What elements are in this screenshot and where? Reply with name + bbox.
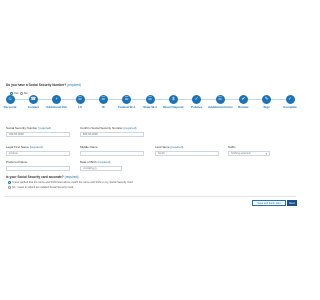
suffix-select[interactable]: Nothing selected ▾ xyxy=(228,151,270,156)
progress-step-label: Policies xyxy=(190,105,203,109)
bank-icon: $ xyxy=(168,95,178,104)
document-icon: ☰ xyxy=(145,95,155,104)
progress-step[interactable]: ☰ I9 xyxy=(91,93,115,109)
radio-accuracy-yes[interactable] xyxy=(8,181,11,184)
onboarding-form: Do you have a Social Security Number? (r… xyxy=(0,0,300,300)
progress-step[interactable]: ☰ Federal W-4 xyxy=(115,93,139,109)
dob-label-text: Date of Birth xyxy=(80,160,97,164)
middle-name-input[interactable] xyxy=(80,151,144,156)
suffix-label: Suffix xyxy=(228,145,236,149)
forms-icon: ☰ xyxy=(215,95,225,104)
required-marker: (required) xyxy=(64,175,79,179)
required-marker: (required) xyxy=(67,83,81,87)
progress-step[interactable]: ☺ Personal xyxy=(0,93,22,109)
progress-steps: ☺ Personal ☎ Contact + Additional Info ☰ I-9 ☰ I9… xyxy=(0,93,300,113)
progress-step-label: State W-4 xyxy=(143,105,157,109)
document-icon: ☰ xyxy=(98,95,108,104)
progress-step-label: I9 xyxy=(102,105,105,109)
ssn-question: Do you have a Social Security Number? (r… xyxy=(6,83,81,87)
save-and-finish-later-button[interactable]: Save and finish later xyxy=(252,200,286,206)
preferred-name-label: Preferred Name xyxy=(6,160,28,164)
last-name-input[interactable]: Smith xyxy=(155,151,219,156)
confirm-ssn-field-label: Confirm Social Security Number (required… xyxy=(80,126,137,130)
document-icon: ☰ xyxy=(122,95,132,104)
required-marker: (required) xyxy=(123,126,137,130)
dob-label: Date of Birth (required) xyxy=(80,160,111,164)
accuracy-option-yes[interactable]: I have verified that the name and SSN li… xyxy=(8,181,134,184)
progress-step-label: Contact xyxy=(27,105,39,109)
progress-step[interactable]: $ Direct Deposit xyxy=(161,93,185,109)
suffix-selected-value: Nothing selected xyxy=(231,152,251,155)
progress-step[interactable]: ☰ State W-4 xyxy=(138,93,162,109)
check-icon: ✓ xyxy=(285,95,295,104)
next-button[interactable]: Next xyxy=(287,200,297,206)
progress-step-label: Complete xyxy=(283,105,297,109)
progress-step[interactable]: ☰ I-9 xyxy=(68,93,92,109)
policy-icon: ✓ xyxy=(192,95,202,104)
last-name-label-text: Last Name xyxy=(155,145,170,149)
progress-step[interactable]: ✓ Policies xyxy=(185,93,209,109)
progress-step[interactable]: ✓ Complete xyxy=(278,93,302,109)
person-icon: ☺ xyxy=(5,95,15,104)
ssn-question-label: Do you have a Social Security Number? xyxy=(6,83,67,87)
accuracy-option-no-text: No, I need to submit an updated Social S… xyxy=(12,186,74,189)
progress-step-label: Federal W-4 xyxy=(118,105,136,109)
confirm-ssn-label-text: Confirm Social Security Number xyxy=(80,126,123,130)
required-marker: (required) xyxy=(29,145,43,149)
required-marker: (required) xyxy=(170,145,184,149)
first-name-input[interactable]: Andrew xyxy=(6,151,70,156)
ssn-field-label: Social Security Number (required) xyxy=(6,126,51,130)
preferred-name-input[interactable] xyxy=(6,166,70,171)
progress-step[interactable]: ☰ Additional Forms xyxy=(208,93,233,109)
chevron-down-icon: ▾ xyxy=(265,152,267,156)
progress-step-label: Sign xyxy=(263,105,270,109)
accuracy-option-no[interactable]: No, I need to submit an updated Social S… xyxy=(8,186,74,189)
progress-step[interactable]: ✔ Review xyxy=(231,93,255,109)
dob-input[interactable]: mm/dd/yyyy xyxy=(80,166,122,171)
first-name-label: Legal First Name (required) xyxy=(6,145,43,149)
radio-accuracy-no[interactable] xyxy=(8,186,11,189)
last-name-label: Last Name (required) xyxy=(155,145,183,149)
progress-step-label: I-9 xyxy=(78,105,82,109)
sign-icon: ✎ xyxy=(262,95,272,104)
first-name-label-text: Legal First Name xyxy=(6,145,29,149)
confirm-ssn-input[interactable]: ###-##-#### xyxy=(80,132,144,137)
required-marker: (required) xyxy=(38,126,52,130)
progress-step[interactable]: + Additional Info xyxy=(45,93,69,109)
progress-step-label: Personal xyxy=(3,105,17,109)
plus-icon: + xyxy=(52,95,62,104)
required-marker: (required) xyxy=(97,160,111,164)
accuracy-option-yes-text: I have verified that the name and SSN li… xyxy=(12,181,134,184)
progress-step-label: Direct Deposit xyxy=(163,105,184,109)
phone-icon: ☎ xyxy=(28,95,38,104)
progress-step-label: Additional Info xyxy=(46,105,68,109)
accuracy-question: Is your Social Security card accurate? (… xyxy=(6,175,78,179)
accuracy-question-text: Is your Social Security card accurate? xyxy=(6,175,64,179)
ssn-input[interactable]: ###-##-#### xyxy=(6,132,70,137)
progress-step-label: Review xyxy=(238,105,249,109)
progress-step[interactable]: ✎ Sign xyxy=(255,93,279,109)
document-icon: ☰ xyxy=(75,95,85,104)
ssn-label-text: Social Security Number xyxy=(6,126,38,130)
progress-step-label: Additional Forms xyxy=(208,105,233,109)
middle-name-label: Middle Name xyxy=(80,145,98,149)
review-icon: ✔ xyxy=(238,95,248,104)
divider xyxy=(4,196,296,197)
progress-step[interactable]: ☎ Contact xyxy=(21,93,45,109)
